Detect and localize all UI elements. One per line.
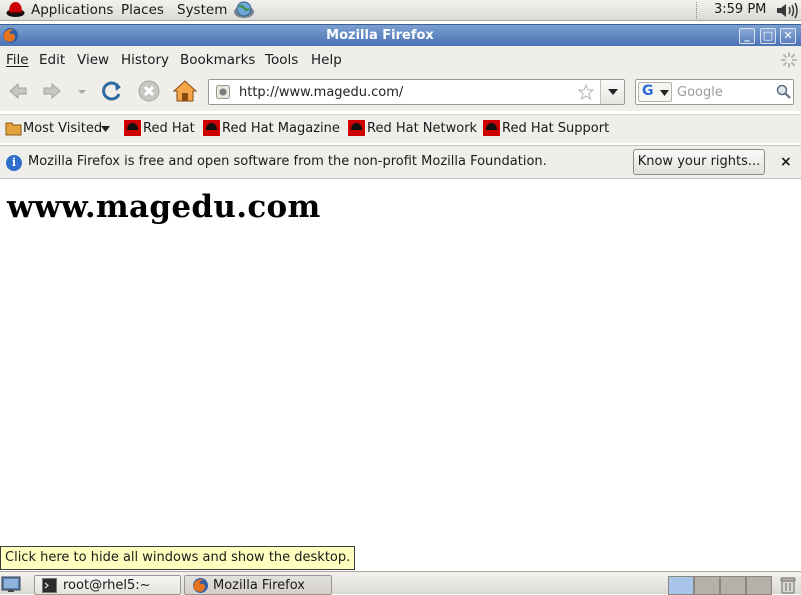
notification-text: Mozilla Firefox is free and open softwar… bbox=[28, 154, 547, 169]
maximize-button[interactable]: □ bbox=[760, 28, 776, 44]
redhat-logo-icon[interactable] bbox=[6, 1, 25, 18]
page-content: www.magedu.com bbox=[0, 180, 801, 548]
task-label: root@rhel5:~ bbox=[63, 578, 151, 593]
throbber-icon bbox=[781, 52, 797, 68]
workspace-1[interactable] bbox=[668, 576, 694, 595]
notification-bar: i Mozilla Firefox is free and open softw… bbox=[0, 145, 801, 179]
show-desktop-tooltip: Click here to hide all windows and show … bbox=[0, 546, 356, 570]
redhat-icon bbox=[483, 120, 500, 136]
firefox-icon bbox=[193, 578, 208, 593]
forward-arrow-icon[interactable] bbox=[37, 76, 67, 106]
close-notification-icon[interactable]: × bbox=[780, 154, 792, 170]
bookmark-label: Most Visited bbox=[23, 121, 103, 136]
info-icon: i bbox=[6, 155, 22, 171]
clock[interactable]: 3:59 PM bbox=[714, 2, 766, 17]
search-icon[interactable] bbox=[776, 84, 791, 99]
redhat-icon bbox=[124, 120, 141, 136]
panel-separator bbox=[696, 2, 698, 19]
task-firefox[interactable]: Mozilla Firefox bbox=[184, 575, 332, 595]
menubar: File Edit View History Bookmarks Tools H… bbox=[0, 46, 801, 73]
trash-icon[interactable] bbox=[779, 576, 797, 594]
system-menu[interactable]: System bbox=[177, 2, 227, 18]
chevron-down-icon bbox=[608, 89, 618, 95]
show-desktop-icon[interactable] bbox=[1, 575, 21, 593]
redhat-icon bbox=[348, 120, 365, 136]
history-dropdown-icon[interactable] bbox=[67, 76, 97, 106]
workspace-2[interactable] bbox=[694, 576, 720, 595]
folder-icon bbox=[5, 122, 22, 136]
bookmark-label: Red Hat Magazine bbox=[222, 121, 340, 136]
applications-menu[interactable]: Applications bbox=[31, 2, 113, 18]
volume-icon[interactable] bbox=[775, 1, 799, 20]
bookmark-star-icon[interactable] bbox=[578, 84, 594, 100]
places-menu[interactable]: Places bbox=[121, 2, 164, 18]
menu-bookmarks[interactable]: Bookmarks bbox=[180, 52, 255, 68]
task-label: Mozilla Firefox bbox=[213, 578, 305, 593]
workspace-4[interactable] bbox=[746, 576, 772, 595]
home-icon[interactable] bbox=[170, 76, 200, 106]
menu-edit[interactable]: Edit bbox=[39, 52, 65, 68]
workspace-3[interactable] bbox=[720, 576, 746, 595]
redhat-icon bbox=[203, 120, 220, 136]
back-arrow-icon[interactable] bbox=[3, 76, 33, 106]
minimize-button[interactable]: _ bbox=[739, 28, 755, 44]
close-window-button[interactable]: ✕ bbox=[780, 28, 796, 44]
google-g-icon: G bbox=[642, 83, 654, 99]
task-terminal[interactable]: root@rhel5:~ bbox=[34, 575, 181, 595]
page-heading: www.magedu.com bbox=[7, 189, 321, 225]
menu-file[interactable]: File bbox=[6, 52, 29, 68]
window-titlebar[interactable]: Mozilla Firefox _ □ ✕ bbox=[0, 24, 801, 46]
terminal-icon bbox=[42, 578, 57, 593]
bookmark-label: Red Hat Support bbox=[502, 121, 610, 136]
top-panel: Applications Places System 3:59 PM bbox=[0, 0, 801, 21]
bottom-panel: root@rhel5:~ Mozilla Firefox bbox=[0, 571, 801, 595]
reload-icon[interactable] bbox=[97, 76, 127, 106]
menu-history[interactable]: History bbox=[121, 52, 169, 68]
url-history-dropdown[interactable] bbox=[600, 80, 624, 104]
url-bar[interactable]: http://www.magedu.com/ bbox=[208, 79, 625, 105]
bookmark-label: Red Hat Network bbox=[367, 121, 478, 136]
search-bar[interactable]: G Google bbox=[635, 79, 794, 105]
menu-help[interactable]: Help bbox=[311, 52, 342, 68]
stop-icon[interactable] bbox=[134, 76, 164, 106]
know-your-rights-button[interactable]: Know your rights... bbox=[633, 149, 765, 175]
chevron-down-icon bbox=[101, 126, 110, 132]
url-input[interactable]: http://www.magedu.com/ bbox=[239, 85, 403, 100]
site-identity-icon[interactable] bbox=[216, 85, 230, 99]
search-engine-selector[interactable]: G bbox=[638, 82, 672, 102]
bookmarks-toolbar: Most Visited Red Hat Red Hat Magazine Re… bbox=[0, 114, 801, 143]
network-globe-icon[interactable] bbox=[233, 0, 255, 20]
window-title: Mozilla Firefox bbox=[326, 28, 434, 43]
search-input[interactable]: Google bbox=[677, 85, 723, 100]
chevron-down-icon bbox=[660, 90, 669, 96]
menu-tools[interactable]: Tools bbox=[265, 52, 298, 68]
bookmark-label: Red Hat bbox=[143, 121, 195, 136]
menu-view[interactable]: View bbox=[77, 52, 109, 68]
